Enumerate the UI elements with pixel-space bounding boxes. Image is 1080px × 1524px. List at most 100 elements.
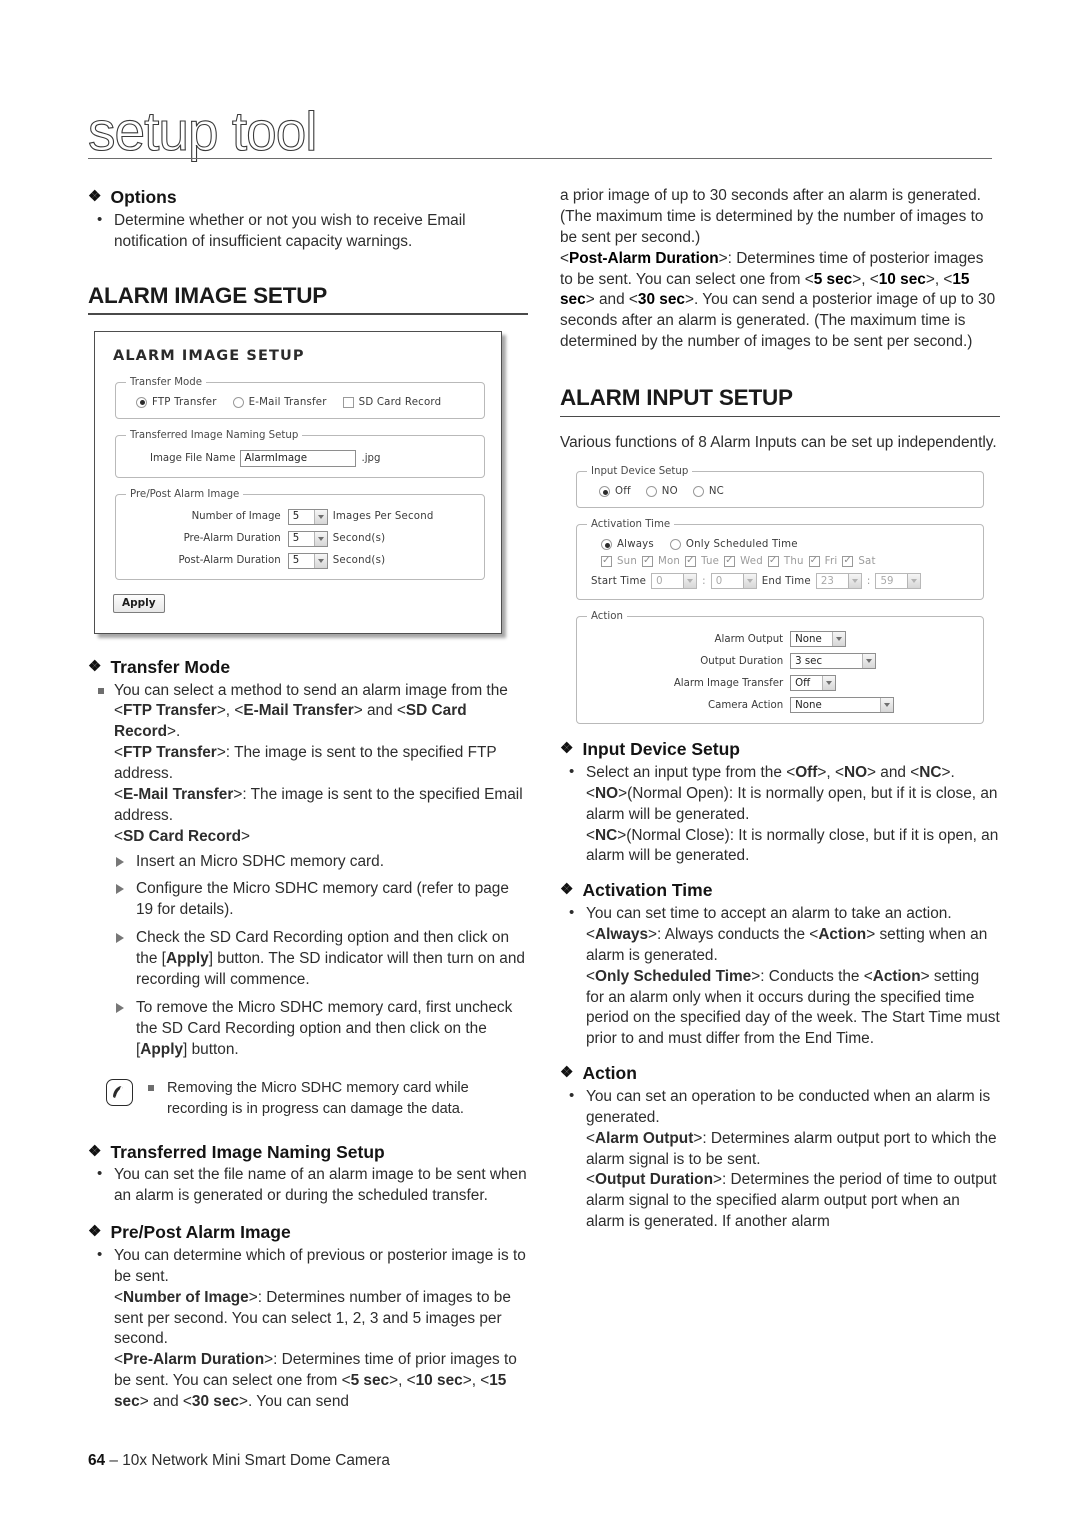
chevron-down-icon bbox=[880, 698, 894, 713]
note-text: Removing the Micro SDHC memory card whil… bbox=[167, 1080, 469, 1117]
paragraph: <Number of Image>: Determines number of … bbox=[114, 1288, 528, 1351]
text-run: >(Normal Close): It is normally close, b… bbox=[586, 826, 999, 865]
label-pre-alarm-duration: Pre-Alarm Duration bbox=[183, 533, 281, 545]
note-callout: Removing the Micro SDHC memory card whil… bbox=[106, 1078, 528, 1118]
text-run-bold: NO bbox=[595, 784, 619, 802]
list-item: Determine whether or not you wish to rec… bbox=[88, 210, 528, 253]
text-run: > and < bbox=[867, 763, 920, 781]
checkbox-fri[interactable] bbox=[808, 554, 820, 568]
select-value: None bbox=[795, 633, 822, 645]
checkbox-wed[interactable] bbox=[724, 554, 736, 568]
heading-label: Input Device Setup bbox=[582, 739, 740, 760]
select-number-of-image[interactable]: 5 bbox=[287, 508, 328, 525]
text-run-bold: Apply bbox=[165, 950, 209, 968]
fieldset-legend: Transfer Mode bbox=[130, 376, 202, 388]
select-camera-action[interactable]: None bbox=[790, 697, 895, 714]
text-run-bold: 30 sec bbox=[191, 1393, 239, 1411]
select-end-minute[interactable]: 59 bbox=[875, 573, 922, 590]
chevron-down-icon bbox=[832, 632, 846, 647]
select-pre-alarm-duration[interactable]: 5 bbox=[287, 530, 328, 547]
text-run: < bbox=[114, 827, 123, 845]
diamond-bullet-icon: ❖ bbox=[560, 740, 574, 758]
checkbox-mon[interactable] bbox=[641, 554, 653, 568]
label-number-of-image: Number of Image bbox=[191, 511, 281, 523]
chevron-down-icon bbox=[847, 574, 861, 589]
post-alarm-duration-row: 5 Second(s) bbox=[287, 552, 474, 569]
prepost-alarm-image-fieldset: Pre/Post Alarm Image Number of Image 5 I… bbox=[115, 488, 485, 580]
select-start-minute[interactable]: 0 bbox=[710, 573, 757, 590]
text-run: < bbox=[586, 967, 595, 985]
list-item: Select an input type from the <Off>, <NO… bbox=[560, 762, 1000, 867]
action-bullet-list: You can set an operation to be conducted… bbox=[560, 1086, 1000, 1233]
text-run-bold: Apply bbox=[140, 1040, 184, 1058]
text-run: < bbox=[560, 249, 569, 267]
paragraph: <Only Scheduled Time>: Conducts the <Act… bbox=[586, 967, 1000, 1051]
text-run: < bbox=[586, 784, 595, 802]
text-run-bold: 5 sec bbox=[350, 1372, 390, 1390]
select-value: 5 bbox=[292, 511, 300, 523]
checkbox-sd-card-record[interactable] bbox=[342, 396, 354, 408]
select-end-hour[interactable]: 23 bbox=[815, 573, 862, 590]
label-always: Always bbox=[617, 539, 654, 551]
select-output-duration[interactable]: 3 sec bbox=[790, 653, 877, 670]
page-title-wrap: setup tool bbox=[87, 100, 992, 162]
text-run: < bbox=[114, 785, 123, 803]
diamond-bullet-icon: ❖ bbox=[560, 1064, 574, 1082]
page-title: setup tool bbox=[87, 100, 318, 162]
input-device-bullet-list: Select an input type from the <Off>, <NO… bbox=[560, 762, 1000, 867]
chevron-down-icon bbox=[862, 654, 876, 669]
text-run-bold: Post-Alarm Duration bbox=[569, 249, 719, 267]
chevron-down-icon bbox=[313, 531, 327, 546]
checkbox-sat[interactable] bbox=[842, 554, 854, 568]
radio-only-scheduled-time[interactable] bbox=[669, 539, 681, 551]
pre-alarm-duration-row: 5 Second(s) bbox=[287, 530, 474, 547]
heading-label: Activation Time bbox=[582, 880, 713, 901]
radio-input-off[interactable] bbox=[599, 486, 610, 498]
alarm-input-setup-block: ALARM INPUT SETUP bbox=[560, 385, 1000, 418]
fieldset-legend: Action bbox=[591, 611, 623, 623]
label-post-alarm-duration: Post-Alarm Duration bbox=[178, 555, 281, 567]
radio-input-nc[interactable] bbox=[692, 486, 704, 498]
radio-ftp-transfer[interactable] bbox=[136, 396, 147, 408]
section-options-heading: ❖ Options bbox=[88, 186, 528, 209]
heading-divider bbox=[560, 415, 1000, 418]
text-run: >, < bbox=[462, 1372, 490, 1390]
label-sd-card-record: SD Card Record bbox=[358, 396, 442, 408]
right-column: a prior image of up to 30 seconds after … bbox=[560, 186, 1000, 1233]
footer-page-number: 64 bbox=[88, 1452, 106, 1469]
radio-input-no[interactable] bbox=[645, 486, 657, 498]
select-alarm-image-transfer[interactable]: Off bbox=[790, 675, 837, 692]
alarm-input-setup-screenshot: Input Device Setup Off NO NC Activation … bbox=[574, 466, 986, 725]
radio-email-transfer[interactable] bbox=[232, 396, 244, 408]
label-output-duration: Output Duration bbox=[700, 655, 784, 667]
text-run: ] button. bbox=[183, 1040, 239, 1058]
radio-always[interactable] bbox=[601, 539, 612, 551]
naming-setup-bullet-list: You can set the file name of an alarm im… bbox=[88, 1164, 528, 1207]
select-start-hour[interactable]: 0 bbox=[651, 573, 698, 590]
label-image-file-name: Image File Name bbox=[150, 452, 236, 464]
text-run-bold: NC bbox=[595, 826, 618, 844]
alarm-input-setup-intro: Various functions of 8 Alarm Inputs can … bbox=[560, 434, 997, 452]
paragraph: <Post-Alarm Duration>: Determines time o… bbox=[560, 249, 1000, 353]
label-input-no: NO bbox=[661, 486, 678, 498]
text-run: > and < bbox=[353, 702, 406, 720]
paragraph: <Output Duration>: Determines the period… bbox=[586, 1170, 1000, 1233]
image-file-name-input[interactable]: AlarmImage bbox=[240, 449, 357, 467]
list-item: You can select a method to send an alarm… bbox=[88, 681, 528, 1061]
chevron-down-icon bbox=[822, 676, 836, 691]
footer-dash-glyph: – bbox=[109, 1452, 118, 1469]
select-post-alarm-duration[interactable]: 5 bbox=[287, 552, 328, 569]
text-run: >, < bbox=[925, 270, 953, 288]
checkbox-tue[interactable] bbox=[685, 554, 697, 568]
select-value: 0 bbox=[656, 575, 663, 587]
text-run-bold: 30 sec bbox=[637, 291, 685, 309]
select-alarm-output[interactable]: None bbox=[790, 631, 847, 648]
checkbox-sun[interactable] bbox=[601, 554, 612, 568]
text-run-bold: Always bbox=[595, 925, 649, 943]
days-row: Sun Mon Tue Wed Thu Fri Sat bbox=[589, 554, 973, 568]
checkbox-thu[interactable] bbox=[767, 554, 779, 568]
text-run-bold: Action bbox=[818, 925, 867, 943]
label-thu: Thu bbox=[783, 556, 804, 568]
text-run-bold: Pre-Alarm Duration bbox=[123, 1351, 265, 1369]
apply-button[interactable]: Apply bbox=[113, 593, 165, 613]
